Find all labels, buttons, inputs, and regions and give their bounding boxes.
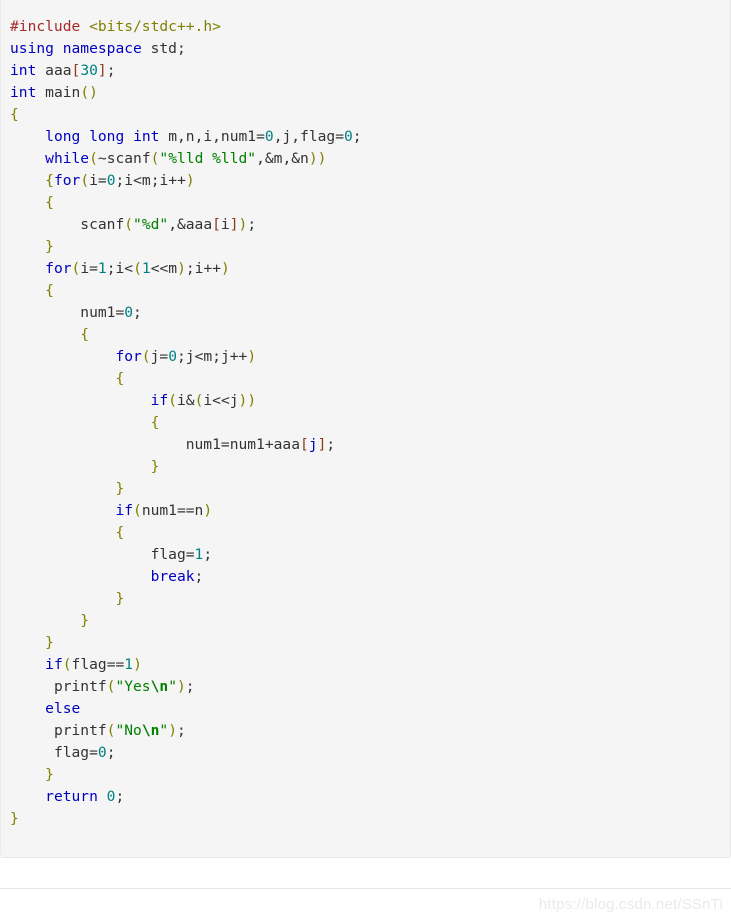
code-line: for(i=1;i<(1<<m);i++)	[45, 260, 230, 277]
code-line: if(num1==n)	[115, 502, 213, 519]
code-line: if(i&(i<<j))	[150, 392, 257, 409]
code-line: while(~scanf("%lld %lld",&m,&n))	[45, 150, 327, 167]
code-line: {	[150, 414, 160, 431]
code-line: {	[115, 370, 125, 387]
code-line: using namespace std;	[10, 40, 186, 57]
code-line: int aaa[30];	[10, 62, 116, 79]
code-line: printf("Yes\n");	[53, 678, 195, 695]
code-line: long long int m,n,i,num1=0,j,flag=0;	[45, 128, 362, 145]
code-line: int main()	[10, 84, 98, 101]
code-line: }	[45, 634, 54, 651]
code-line: {	[115, 524, 125, 541]
code-line: {	[45, 194, 54, 211]
code-line: num1=num1+aaa[j];	[185, 436, 336, 453]
watermark-text: https://blog.csdn.net/SSnTi	[538, 896, 723, 913]
code-line: return 0;	[45, 788, 125, 805]
code-line: flag=1;	[150, 546, 213, 563]
code-line: }	[80, 612, 90, 629]
code-line: for(j=0;j<m;j++)	[115, 348, 257, 365]
code-line: {	[45, 282, 54, 299]
code-line: }	[115, 590, 125, 607]
code-line: #include <bits/stdc++.h>	[10, 18, 221, 35]
code-line: num1=0;	[80, 304, 142, 321]
code-line: }	[10, 810, 19, 827]
code-line: scanf("%d",&aaa[i]);	[80, 216, 257, 233]
footer-divider	[0, 888, 731, 889]
code-line: }	[115, 480, 125, 497]
code-line: if(flag==1)	[45, 656, 142, 673]
code-line: {	[80, 326, 90, 343]
code-content: #include <bits/stdc++.h> using namespace …	[1, 0, 730, 830]
code-line: {	[10, 106, 19, 123]
code-line: {for(i=0;i<m;i++)	[45, 172, 195, 189]
code-line: }	[45, 238, 54, 255]
code-line: }	[45, 766, 54, 783]
code-line: }	[150, 458, 160, 475]
code-line: else	[45, 700, 81, 717]
code-line: printf("No\n");	[53, 722, 186, 739]
code-block: #include <bits/stdc++.h> using namespace …	[0, 0, 731, 858]
code-line: flag=0;	[53, 744, 116, 761]
code-line: break;	[150, 568, 204, 585]
